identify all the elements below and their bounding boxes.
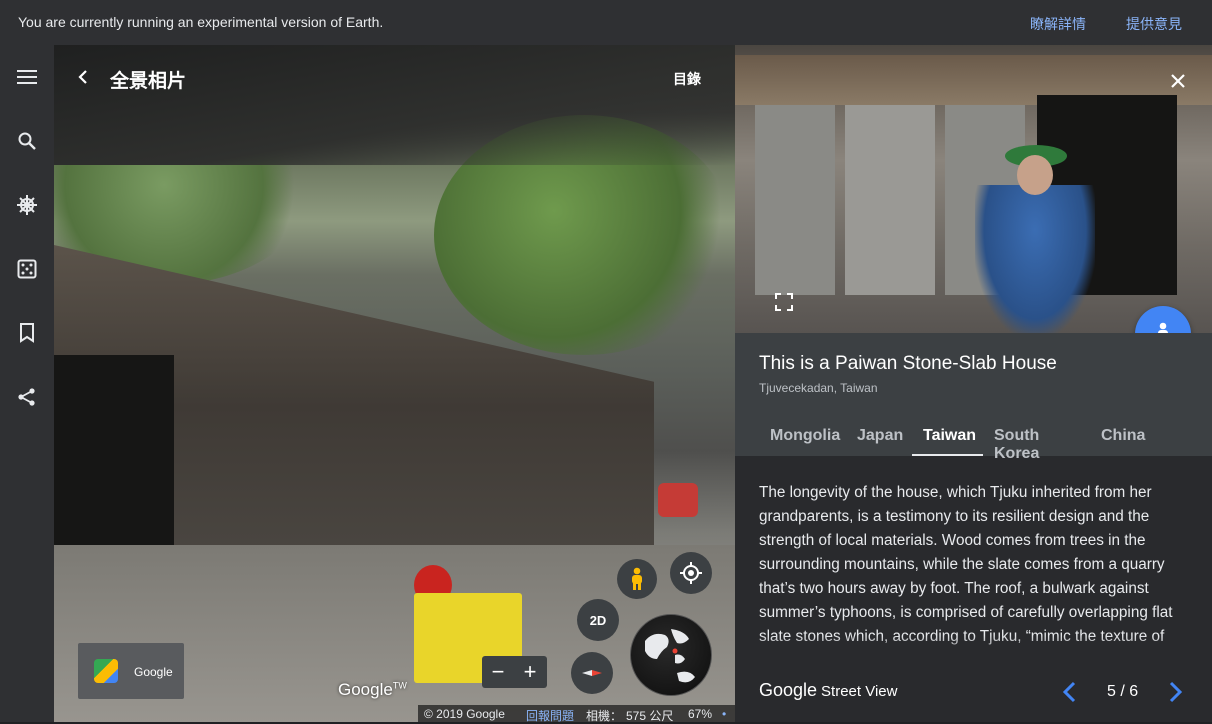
- pegman-button[interactable]: [617, 559, 657, 599]
- feeling-lucky-button[interactable]: [7, 249, 47, 289]
- copyright-text: © 2019 Google: [424, 707, 505, 721]
- search-button[interactable]: [7, 121, 47, 161]
- story-panel: This is a Paiwan Stone-Slab House Tjuvec…: [735, 45, 1212, 722]
- menu-icon: [17, 70, 37, 84]
- voyager-icon: [17, 195, 37, 215]
- previous-button[interactable]: [1060, 680, 1080, 704]
- menu-button[interactable]: [7, 57, 47, 97]
- street-view-scene[interactable]: [54, 45, 735, 722]
- text-fade: [735, 635, 1212, 665]
- chevron-right-icon: [1169, 681, 1183, 703]
- next-button[interactable]: [1165, 680, 1185, 704]
- street-view-brand: Google Street View: [759, 680, 898, 700]
- banner-message: You are currently running an experimenta…: [18, 14, 384, 30]
- my-location-button[interactable]: [670, 552, 712, 594]
- google-maps-logo-icon: [94, 659, 118, 683]
- story-pager: Google Street View 5 / 6: [735, 665, 1212, 722]
- chevron-left-icon: [1062, 681, 1076, 703]
- globe-icon: [645, 629, 695, 683]
- story-photo: [735, 45, 1212, 333]
- scene-roof: [54, 45, 735, 165]
- story-body: The longevity of the house, which Tjuku …: [759, 484, 1173, 645]
- projects-button[interactable]: [7, 313, 47, 353]
- story-subtitle: Tjuvecekadan, Taiwan: [759, 381, 878, 395]
- zoom-controls: − +: [482, 656, 547, 688]
- tab-japan[interactable]: Japan: [857, 427, 903, 462]
- compass-button[interactable]: [571, 652, 613, 694]
- zoom-in-button[interactable]: +: [514, 656, 546, 688]
- viewer-title: 全景相片: [110, 71, 187, 92]
- photo-face: [1017, 155, 1053, 195]
- feedback-link[interactable]: 提供意見: [1126, 14, 1182, 34]
- tab-south-korea[interactable]: South Korea: [994, 427, 1039, 462]
- compass-icon: [582, 670, 602, 676]
- mini-globe[interactable]: [630, 614, 712, 696]
- attribution-bar: © 2019 Google 回報問題 相機： 575 公尺 67% •: [418, 705, 735, 724]
- camera-label: 相機：: [586, 709, 623, 723]
- pegman-icon: [632, 567, 642, 590]
- scene-red-bucket: [658, 483, 698, 517]
- tab-china[interactable]: China: [1101, 427, 1145, 462]
- voyager-button[interactable]: [7, 185, 47, 225]
- page-indicator: 5 / 6: [1107, 683, 1139, 700]
- left-rail: [0, 45, 54, 722]
- photo-stone-slab: [845, 105, 935, 295]
- report-problem-link[interactable]: 回報問題: [526, 707, 574, 724]
- zoom-out-button[interactable]: −: [482, 656, 514, 688]
- photo-person: [975, 185, 1095, 333]
- maps-card-label: Google: [134, 665, 173, 679]
- fullscreen-button[interactable]: [775, 293, 793, 311]
- active-tab-indicator: [912, 454, 983, 456]
- back-button[interactable]: [72, 66, 94, 88]
- share-button[interactable]: [7, 377, 47, 417]
- story-header: This is a Paiwan Stone-Slab House Tjuvec…: [735, 333, 1212, 462]
- close-icon: [1171, 74, 1185, 88]
- story-title: This is a Paiwan Stone-Slab House: [759, 353, 1057, 374]
- photo-stone-slab: [755, 105, 835, 295]
- open-in-google-maps-card[interactable]: Google: [78, 643, 184, 699]
- feeling-lucky-icon: [17, 259, 37, 279]
- 2d-label: 2D: [589, 612, 607, 628]
- loading-dot-icon: •: [722, 707, 727, 721]
- google-watermark: GoogleTW: [338, 680, 407, 699]
- share-icon: [18, 388, 35, 406]
- experimental-banner: You are currently running an experimenta…: [0, 0, 1212, 45]
- my-location-icon: [680, 562, 702, 584]
- camera-altitude: 575 公尺: [626, 709, 674, 723]
- toc-button[interactable]: 目錄: [673, 69, 701, 89]
- view-percent: 67%: [688, 707, 713, 721]
- tab-taiwan[interactable]: Taiwan: [923, 427, 976, 462]
- 2d-toggle-button[interactable]: 2D: [577, 599, 619, 641]
- bookmark-icon: [20, 323, 34, 343]
- fullscreen-icon: [775, 293, 793, 311]
- tab-mongolia[interactable]: Mongolia: [770, 427, 840, 462]
- close-button[interactable]: [1167, 70, 1189, 92]
- learn-more-link[interactable]: 瞭解詳情: [1030, 14, 1086, 34]
- chevron-left-icon: [78, 70, 87, 84]
- search-icon: [18, 132, 36, 150]
